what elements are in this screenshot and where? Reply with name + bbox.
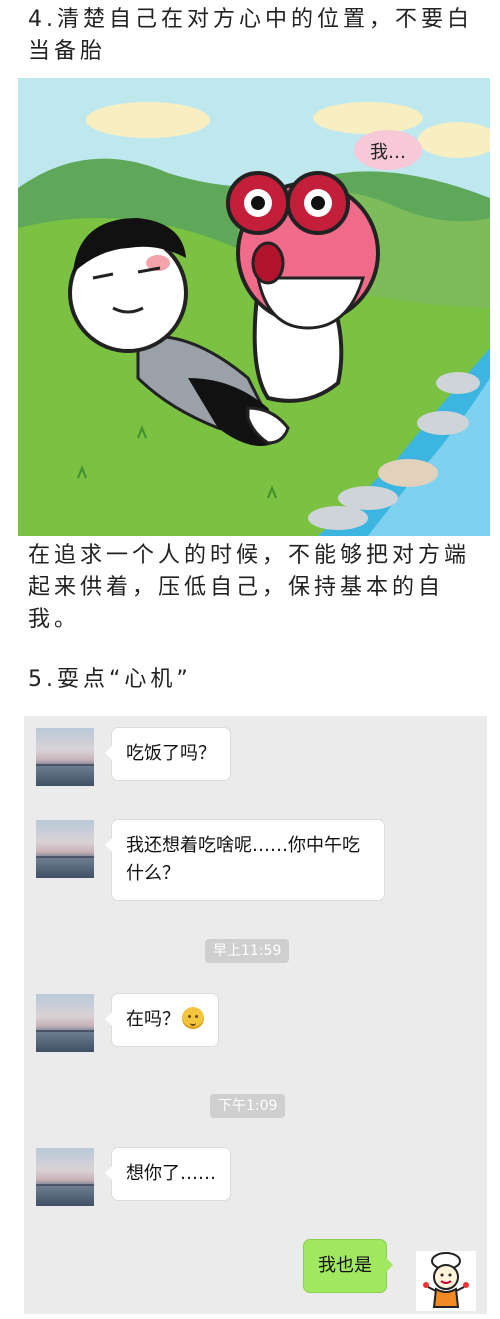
message-text: 想你了……: [126, 1163, 216, 1184]
chef-sticker-avatar[interactable]: [416, 1251, 476, 1311]
section-heading-4: 4.清楚自己在对方心中的位置，不要白当备胎: [28, 7, 473, 64]
avatar[interactable]: [36, 1148, 94, 1206]
avatar[interactable]: [36, 820, 94, 878]
chat-message-incoming: 在吗？: [105, 994, 218, 1046]
section-heading-5: 5.耍点“心机”: [28, 667, 192, 692]
chat-window: 吃饭了吗？ 我还想着吃啥呢……你中午吃什么？ 早上11:59 在吗？ 下午1:0…: [24, 716, 487, 1314]
chat-message-incoming: 我还想着吃啥呢……你中午吃什么？: [105, 820, 384, 900]
advice-paragraph: 在追求一个人的时候，不能够把对方端起来供着，压低自己，保持基本的自我。: [28, 543, 471, 632]
smile-emoji-icon: [182, 1007, 204, 1029]
message-text: 吃饭了吗？: [126, 743, 216, 764]
message-text: 我还想着吃啥呢……你中午吃什么？: [126, 835, 360, 884]
avatar[interactable]: [36, 994, 94, 1052]
comic-illustration: 我…: [18, 78, 490, 536]
chat-message-incoming: 吃饭了吗？: [105, 728, 230, 780]
chat-message-incoming: 想你了……: [105, 1148, 230, 1200]
message-text: 在吗？: [126, 1009, 180, 1030]
timestamp: 早上11:59: [205, 939, 290, 963]
message-text: 我也是: [318, 1255, 372, 1276]
speech-text: 我…: [370, 142, 406, 163]
avatar[interactable]: [36, 728, 94, 786]
timestamp: 下午1:09: [210, 1094, 286, 1118]
chat-message-outgoing: 我也是: [304, 1240, 393, 1292]
